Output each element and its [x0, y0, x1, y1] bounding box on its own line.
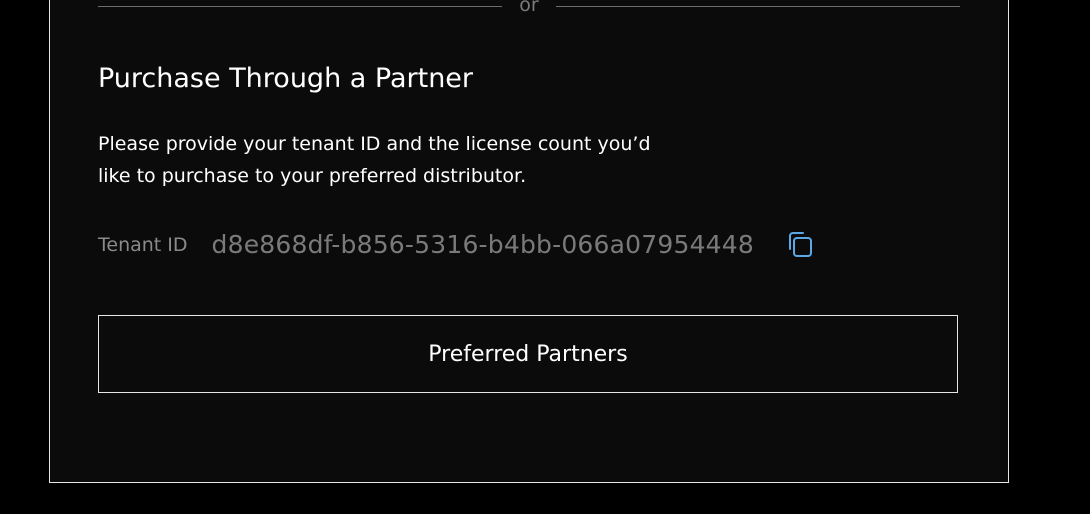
divider-line-left: [98, 6, 502, 7]
tenant-id-value: d8e868df-b856-5316-b4bb-066a07954448: [211, 230, 754, 259]
section-description: Please provide your tenant ID and the li…: [98, 128, 738, 192]
copy-tenant-id-button[interactable]: [782, 228, 816, 262]
divider-line-right: [556, 6, 960, 7]
description-line-1: Please provide your tenant ID and the li…: [98, 133, 651, 155]
copy-icon: [789, 232, 812, 257]
section-title: Purchase Through a Partner: [98, 63, 474, 94]
divider-or-text: or: [519, 0, 539, 16]
description-line-2: like to purchase to your preferred distr…: [98, 165, 527, 187]
preferred-partners-button[interactable]: Preferred Partners: [98, 315, 958, 393]
page: or Purchase Through a Partner Please pro…: [0, 0, 1090, 514]
tenant-id-label: Tenant ID: [98, 234, 188, 256]
tenant-id-row: Tenant ID d8e868df-b856-5316-b4bb-066a07…: [98, 226, 816, 264]
or-divider: or: [98, 0, 960, 18]
